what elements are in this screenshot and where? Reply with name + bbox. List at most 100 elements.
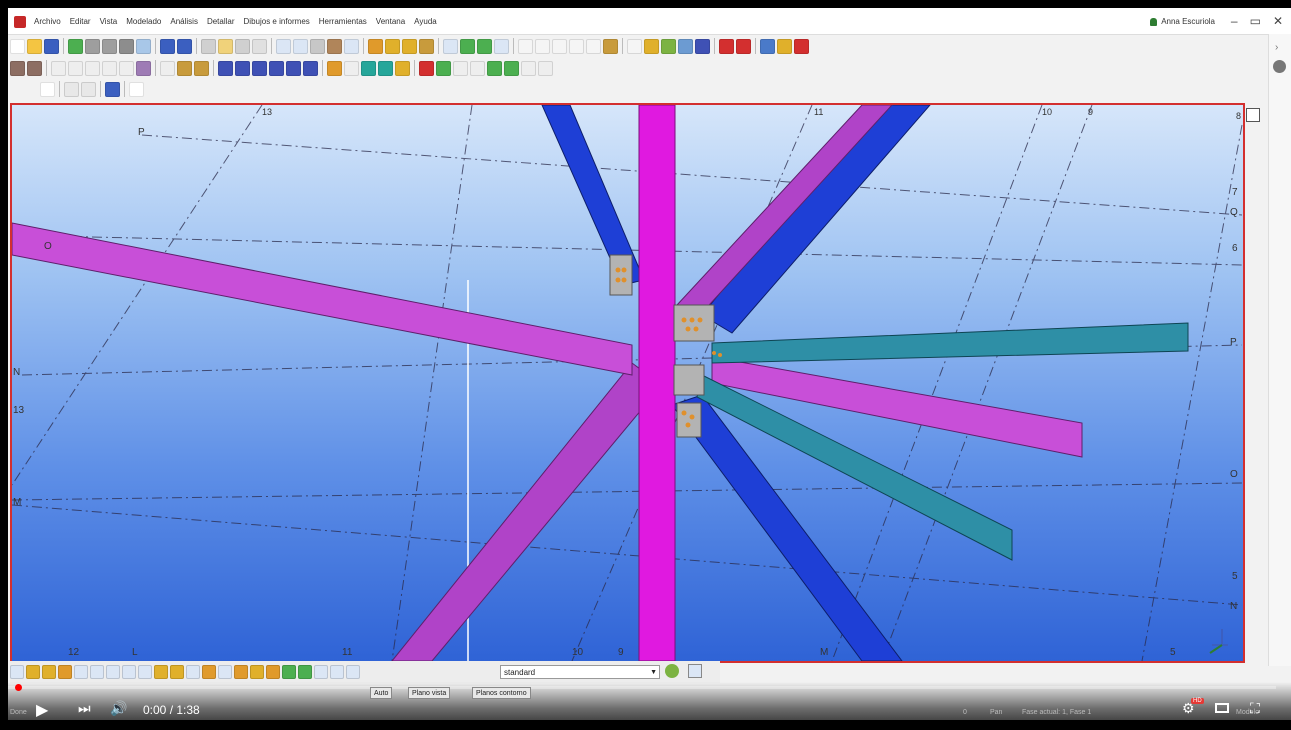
grid-icon[interactable] xyxy=(368,38,383,54)
auto-select[interactable]: Auto xyxy=(370,687,393,699)
play-icon[interactable]: ▶ xyxy=(36,700,48,720)
concrete-slab-icon[interactable] xyxy=(286,60,301,76)
video-playhead[interactable] xyxy=(15,684,22,691)
filter-icon[interactable] xyxy=(665,664,679,678)
select-gridline-icon[interactable] xyxy=(90,665,104,679)
select-point-icon[interactable] xyxy=(106,665,120,679)
concrete-curve-icon[interactable] xyxy=(269,60,284,76)
diamond-red-icon[interactable] xyxy=(129,81,144,97)
plate-tool-icon[interactable] xyxy=(569,38,584,54)
binoculars-icon[interactable] xyxy=(344,60,359,76)
hand-icon[interactable] xyxy=(177,60,192,76)
u-profile-icon[interactable] xyxy=(160,60,175,76)
new-icon[interactable] xyxy=(10,38,25,54)
cut-icon[interactable] xyxy=(453,60,468,76)
query-icon[interactable] xyxy=(494,38,509,54)
menu-detallar[interactable]: Detallar xyxy=(207,17,235,26)
beam-tool-icon[interactable] xyxy=(518,38,533,54)
pile-icon[interactable] xyxy=(419,60,434,76)
chart-icon[interactable] xyxy=(105,81,120,97)
select-surface-icon[interactable] xyxy=(218,665,232,679)
fullscreen-icon[interactable]: ⛶ xyxy=(1250,700,1260,717)
pointer-icon[interactable] xyxy=(402,38,417,54)
window-alt-icon[interactable] xyxy=(293,38,308,54)
minimize-button[interactable]: – xyxy=(1231,14,1238,28)
select-bolt-icon[interactable] xyxy=(154,665,168,679)
theater-mode-icon[interactable] xyxy=(1215,703,1229,713)
view-lock-icon[interactable] xyxy=(1246,108,1260,122)
clipboard-icon[interactable] xyxy=(235,38,250,54)
catalog-icon[interactable] xyxy=(794,38,809,54)
frame-icon[interactable] xyxy=(344,38,359,54)
beam-icon[interactable] xyxy=(68,60,83,76)
menu-ayuda[interactable]: Ayuda xyxy=(414,17,437,26)
menu-vista[interactable]: Vista xyxy=(100,17,118,26)
snap-end-icon[interactable] xyxy=(282,665,296,679)
select-rebar-icon[interactable] xyxy=(202,665,216,679)
bend-tool-icon[interactable] xyxy=(586,38,601,54)
stair-icon[interactable] xyxy=(436,60,451,76)
create-beam-icon[interactable] xyxy=(10,60,25,76)
view-icon[interactable] xyxy=(385,38,400,54)
menu-ventana[interactable]: Ventana xyxy=(376,17,405,26)
menu-editar[interactable]: Editar xyxy=(70,17,91,26)
profile-tool-icon[interactable] xyxy=(603,38,618,54)
polybeam-icon[interactable] xyxy=(85,60,100,76)
select-all-icon[interactable] xyxy=(266,665,280,679)
select-part-icon[interactable] xyxy=(42,665,56,679)
select-grid-icon[interactable] xyxy=(74,665,88,679)
bolt-icon[interactable] xyxy=(661,38,676,54)
concrete-panel-icon[interactable] xyxy=(303,60,318,76)
detail-icon[interactable] xyxy=(678,38,693,54)
chamfer-icon[interactable] xyxy=(487,60,502,76)
tools-icon[interactable] xyxy=(327,38,342,54)
plate-icon[interactable] xyxy=(119,60,134,76)
column-icon[interactable] xyxy=(51,60,66,76)
snap-intersect-icon[interactable] xyxy=(314,665,328,679)
next-icon[interactable]: ⏭ xyxy=(78,700,91,717)
create-panel-icon[interactable] xyxy=(27,60,42,76)
shield-alt-icon[interactable] xyxy=(102,38,117,54)
open-icon[interactable] xyxy=(27,38,42,54)
menu-analisis[interactable]: Análisis xyxy=(170,17,198,26)
select-cut-icon[interactable] xyxy=(122,665,136,679)
select-pointer-icon[interactable] xyxy=(10,665,24,679)
pick-pointer-icon[interactable] xyxy=(688,664,702,678)
redo-icon[interactable] xyxy=(177,38,192,54)
video-progress-track[interactable] xyxy=(8,686,1276,689)
view-3d-icon[interactable] xyxy=(64,81,79,97)
plano-vista-select[interactable]: Plano vista xyxy=(408,687,451,699)
diamond-icon[interactable] xyxy=(194,60,209,76)
planos-contorno-select[interactable]: Planos contorno xyxy=(472,687,531,699)
mesh-icon[interactable] xyxy=(378,60,393,76)
angle-tool-icon[interactable] xyxy=(552,38,567,54)
curved-beam-icon[interactable] xyxy=(102,60,117,76)
weld-icon[interactable] xyxy=(644,38,659,54)
red-gem-icon[interactable] xyxy=(40,81,55,97)
fitting-icon[interactable] xyxy=(470,60,485,76)
forward-icon[interactable] xyxy=(760,38,775,54)
select-assembly-icon[interactable] xyxy=(58,665,72,679)
snap-perp-icon[interactable] xyxy=(330,665,344,679)
drawing-icon[interactable] xyxy=(419,38,434,54)
rebar-icon[interactable] xyxy=(327,60,342,76)
select-weld-icon[interactable] xyxy=(170,665,184,679)
snap-mid-icon[interactable] xyxy=(298,665,312,679)
split-icon[interactable] xyxy=(504,60,519,76)
user-info[interactable]: Anna Escuriola xyxy=(1150,17,1215,26)
concrete-beam-icon[interactable] xyxy=(235,60,250,76)
select-pour-icon[interactable] xyxy=(234,665,248,679)
reinforcement-icon[interactable] xyxy=(361,60,376,76)
share-icon[interactable] xyxy=(68,38,83,54)
pour-icon[interactable] xyxy=(395,60,410,76)
select-reference-icon[interactable] xyxy=(186,665,200,679)
assembly-icon[interactable] xyxy=(695,38,710,54)
snap-line-icon[interactable] xyxy=(346,665,360,679)
globe-icon[interactable] xyxy=(136,38,151,54)
menu-herramientas[interactable]: Herramientas xyxy=(319,17,367,26)
menu-dibujos[interactable]: Dibujos e informes xyxy=(244,17,310,26)
view-3d-alt-icon[interactable] xyxy=(81,81,96,97)
green-tool-alt-icon[interactable] xyxy=(477,38,492,54)
restore-button[interactable]: ▭ xyxy=(1250,14,1261,28)
select-plane-icon[interactable] xyxy=(138,665,152,679)
